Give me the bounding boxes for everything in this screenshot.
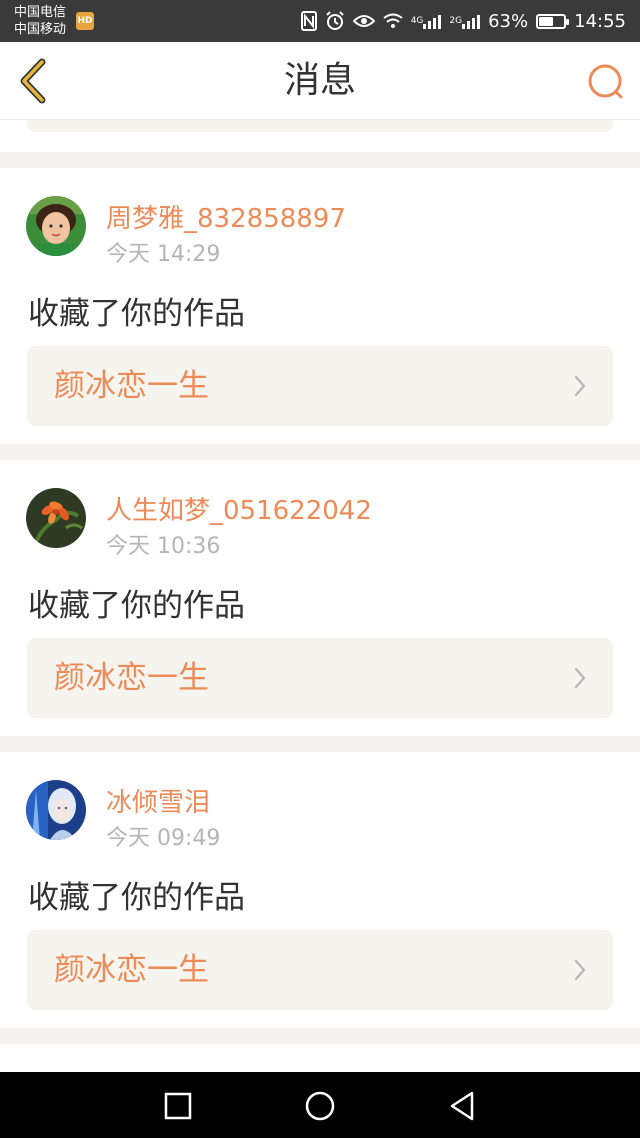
home-button[interactable] <box>302 1088 338 1124</box>
net-2g-label: 2G <box>449 15 463 26</box>
message-card: 周梦雅_832858897 今天 14:29 收藏了你的作品 颜冰恋一生 <box>0 168 640 444</box>
work-link[interactable]: 颜冰恋一生 <box>27 930 613 1010</box>
action-text: 收藏了你的作品 <box>28 880 245 916</box>
status-icons: 4G 2G 63% 14:55 <box>300 0 626 42</box>
carrier-1: 中国电信 <box>14 5 67 20</box>
username[interactable]: 周梦雅_832858897 <box>106 198 346 235</box>
carrier-info: 中国电信 中国移动 <box>14 4 66 38</box>
alarm-icon <box>325 11 345 31</box>
work-title: 颜冰恋一生 <box>54 952 209 988</box>
eye-icon <box>352 13 375 29</box>
chevron-right-icon <box>574 667 586 689</box>
recent-apps-button[interactable] <box>160 1088 196 1124</box>
username[interactable]: 冰倾雪泪 <box>106 782 210 819</box>
carrier-2: 中国移动 <box>14 22 67 37</box>
previous-message-card <box>0 120 640 152</box>
signal-4g-icon: 4G <box>411 13 442 29</box>
chevron-right-icon <box>574 375 586 397</box>
previous-work-box[interactable] <box>27 120 613 132</box>
nfc-icon <box>300 11 317 31</box>
screen: 中国电信 中国移动 HD 4G 2G 63% 14:55 消息 周梦雅_8328… <box>0 0 640 1138</box>
status-bar: 中国电信 中国移动 HD 4G 2G 63% 14:55 <box>0 0 640 42</box>
message-list: 周梦雅_832858897 今天 14:29 收藏了你的作品 颜冰恋一生 人生如… <box>0 168 640 1044</box>
work-link[interactable]: 颜冰恋一生 <box>27 346 613 426</box>
action-text: 收藏了你的作品 <box>28 588 245 624</box>
net-4g-label: 4G <box>410 15 424 26</box>
system-nav-bar <box>0 1072 640 1138</box>
avatar[interactable] <box>26 780 86 840</box>
chevron-right-icon <box>574 959 586 981</box>
hd-badge-icon: HD <box>76 12 94 30</box>
timestamp: 今天 14:29 <box>106 242 221 267</box>
battery-icon <box>536 13 570 29</box>
signal-2g-icon: 2G <box>449 13 481 29</box>
search-icon <box>588 64 623 99</box>
action-text: 收藏了你的作品 <box>28 296 245 332</box>
work-title: 颜冰恋一生 <box>54 368 209 404</box>
clock: 14:55 <box>574 10 626 32</box>
avatar[interactable] <box>26 488 86 548</box>
message-card: 冰倾雪泪 今天 09:49 收藏了你的作品 颜冰恋一生 <box>0 752 640 1028</box>
page-title: 消息 <box>283 60 356 101</box>
battery-percent: 63% <box>488 10 529 32</box>
circle-icon <box>305 1091 335 1121</box>
next-message-card <box>0 1044 640 1072</box>
square-icon <box>164 1092 192 1120</box>
search-button[interactable] <box>586 62 626 102</box>
nav-back-button[interactable] <box>444 1088 480 1124</box>
wifi-icon <box>383 13 403 29</box>
message-card: 人生如梦_051622042 今天 10:36 收藏了你的作品 颜冰恋一生 <box>0 460 640 736</box>
work-title: 颜冰恋一生 <box>54 660 209 696</box>
timestamp: 今天 10:36 <box>106 534 221 559</box>
header-bar: 消息 <box>0 42 640 120</box>
timestamp: 今天 09:49 <box>106 826 221 851</box>
username[interactable]: 人生如梦_051622042 <box>106 490 372 527</box>
work-link[interactable]: 颜冰恋一生 <box>27 638 613 718</box>
avatar[interactable] <box>26 196 86 256</box>
triangle-back-icon <box>450 1091 474 1121</box>
